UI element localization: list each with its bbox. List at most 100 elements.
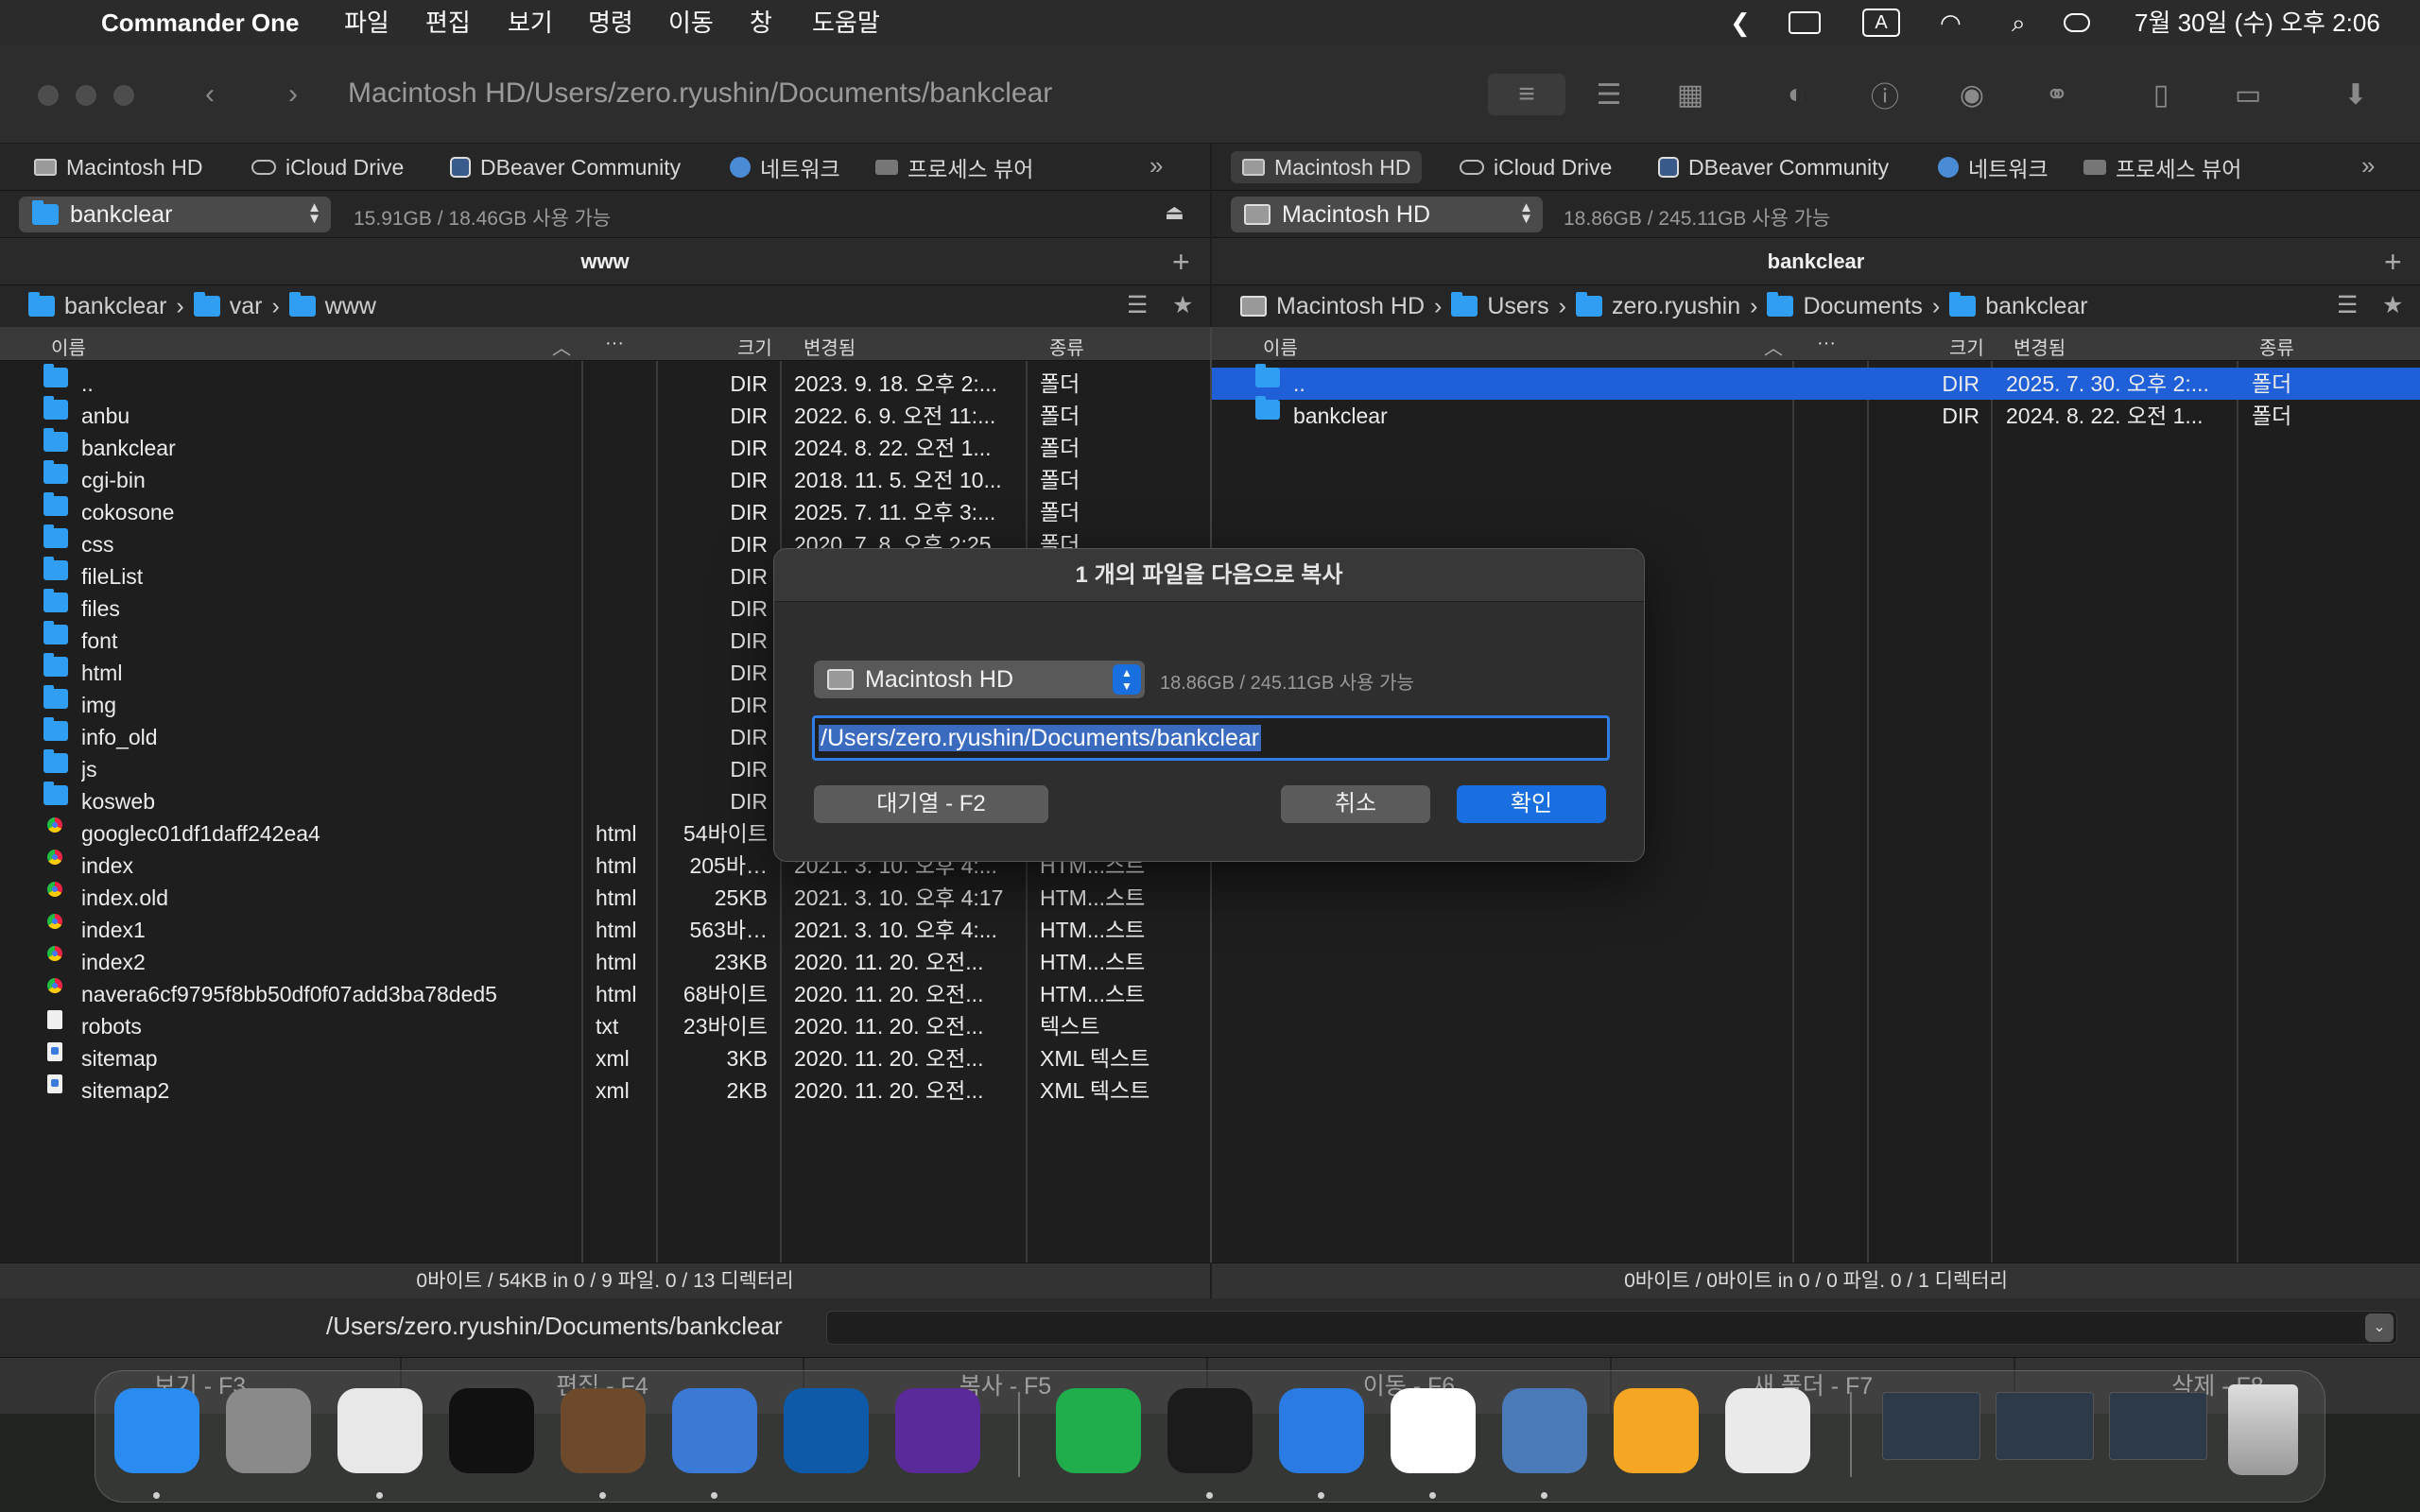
naver-whale-icon[interactable] [1391, 1388, 1476, 1473]
crumb-item[interactable]: Macintosh HD [1276, 293, 1425, 320]
col-name[interactable]: 이름 [51, 333, 86, 360]
command-input[interactable] [826, 1311, 2397, 1345]
file-row[interactable]: index.old html 25KB 2021. 3. 10. 오후 4:17 HTM… [0, 882, 1210, 914]
info-icon[interactable]: ⓘ [1855, 74, 1915, 115]
commander-one-icon[interactable] [672, 1388, 757, 1473]
minimized-window-thumbnail[interactable] [2109, 1392, 2207, 1460]
list-options-icon[interactable]: ☰ [2337, 291, 2358, 319]
chevron-down-icon[interactable]: ⌄ [2365, 1314, 2394, 1342]
preview-icon[interactable] [1502, 1388, 1587, 1473]
drive-dbeaver[interactable]: DBeaver Community [1647, 151, 1900, 183]
clock-text[interactable]: 7월 30일 (수) 오후 2:06 [2135, 7, 2380, 39]
col-modified[interactable]: 변경됨 [804, 333, 856, 360]
drive-dbeaver[interactable]: DBeaver Community [439, 151, 692, 183]
menu-view[interactable]: 보기 [508, 7, 553, 39]
forward-icon[interactable]: › [265, 74, 321, 115]
terminal-icon[interactable]: ▭ [2218, 74, 2278, 115]
menu-file[interactable]: 파일 [344, 7, 389, 39]
file-row[interactable]: sitemap xml 3KB 2020. 11. 20. 오전... XML 텍스트 [0, 1042, 1210, 1074]
list-options-icon[interactable]: ☰ [1127, 291, 1148, 319]
obsidian-icon[interactable] [895, 1388, 980, 1473]
crumb-item[interactable]: www [325, 293, 376, 320]
back-icon[interactable]: ‹ [182, 74, 238, 115]
drive-network[interactable]: 네트워크 [1927, 151, 2060, 183]
menu-edit[interactable]: 편집 [425, 7, 471, 39]
col-size[interactable]: 크기 [1949, 333, 1984, 360]
cancel-button[interactable]: 취소 [1281, 785, 1430, 823]
right-volume-select[interactable]: Macintosh HD ▲ ▼ [1231, 197, 1543, 232]
chevron-left-icon[interactable]: ❮ [1730, 7, 1751, 39]
more-drives-icon[interactable]: » [2361, 151, 2375, 180]
more-drives-icon[interactable]: » [1150, 151, 1163, 180]
drive-macintosh-hd[interactable]: Macintosh HD [23, 151, 214, 183]
wifi-icon[interactable]: ◠ [1940, 7, 1962, 39]
col-modified[interactable]: 변경됨 [2014, 333, 2066, 360]
grid-view-icon[interactable]: ▦ [1660, 74, 1720, 115]
numbers-icon[interactable] [1056, 1388, 1141, 1473]
menu-command[interactable]: 명령 [588, 7, 633, 39]
minimized-window-thumbnail[interactable] [1882, 1392, 1980, 1460]
intellij-icon[interactable] [449, 1388, 534, 1473]
drive-macintosh-hd[interactable]: Macintosh HD [1231, 151, 1423, 183]
app-menu[interactable]: Commander One [101, 7, 300, 39]
destination-input[interactable]: /Users/zero.ryushin/Documents/bankclear [812, 715, 1610, 761]
launchpad-icon[interactable] [226, 1388, 311, 1473]
col-size[interactable]: 크기 [737, 333, 772, 360]
confirm-button[interactable]: 확인 [1457, 785, 1606, 823]
col-name[interactable]: 이름 [1263, 333, 1298, 360]
col-ext[interactable]: ··· [605, 333, 624, 354]
dbeaver-icon[interactable] [561, 1388, 646, 1473]
drive-network[interactable]: 네트워크 [718, 151, 852, 183]
menu-go[interactable]: 이동 [668, 7, 714, 39]
file-row[interactable]: navera6cf9795f8bb50df0f07add3ba78ded5 htm… [0, 978, 1210, 1010]
file-row[interactable]: index1 html 563바… 2021. 3. 10. 오후 4:... HTM.… [0, 914, 1210, 946]
left-tab[interactable]: www + [0, 238, 1210, 285]
file-row[interactable]: index2 html 23KB 2020. 11. 20. 오전... HTM...스… [0, 946, 1210, 978]
list-view-icon[interactable]: ≡ [1488, 74, 1565, 115]
add-tab-icon[interactable]: + [2384, 238, 2402, 285]
crumb-item[interactable]: bankclear [1985, 293, 2087, 320]
crumb-item[interactable]: var [230, 293, 263, 320]
right-tab[interactable]: bankclear + [1212, 238, 2420, 285]
col-kind[interactable]: 종류 [2259, 333, 2294, 360]
add-tab-icon[interactable]: + [1172, 238, 1190, 285]
crumb-item[interactable]: Documents [1803, 293, 1922, 320]
archive-icon[interactable]: ▯ [2131, 74, 2191, 115]
file-row[interactable]: robots txt 23바이트 2020. 11. 20. 오전... 텍스트 [0, 1010, 1210, 1042]
keyboard-icon[interactable] [1789, 11, 1821, 34]
naver-works-icon[interactable] [1725, 1388, 1810, 1473]
terminal-icon[interactable] [1167, 1388, 1253, 1473]
sort-up-icon[interactable]: ︿ [1764, 333, 1783, 360]
eject-icon[interactable]: ⏏ [1165, 200, 1184, 225]
left-volume-select[interactable]: bankclear ▲ ▼ [19, 197, 331, 232]
search-icon[interactable]: ⌕ [2012, 7, 2026, 39]
file-row[interactable]: bankclear DIR 2024. 8. 22. 오전 1... 폴더 [1212, 396, 2420, 432]
preview-eye-icon[interactable]: ◉ [1942, 74, 2002, 115]
control-center-icon[interactable] [2064, 13, 2090, 32]
binoculars-icon[interactable]: ⚭ [2027, 74, 2087, 115]
download-icon[interactable]: ⬇ [2325, 74, 2386, 115]
drive-icloud[interactable]: iCloud Drive [240, 151, 415, 183]
drive-process-viewer[interactable]: 프로세스 뷰어 [864, 151, 1045, 183]
drive-process-viewer[interactable]: 프로세스 뷰어 [2072, 151, 2253, 183]
finder-icon[interactable] [114, 1388, 199, 1473]
favorite-star-icon[interactable]: ★ [2382, 291, 2403, 319]
sort-up-icon[interactable]: ︿ [552, 333, 571, 360]
vscode-icon[interactable] [784, 1388, 869, 1473]
favorite-star-icon[interactable]: ★ [1172, 291, 1193, 319]
menu-help[interactable]: 도움말 [812, 7, 880, 39]
minimize-window-button[interactable] [76, 85, 96, 106]
col-kind[interactable]: 종류 [1049, 333, 1084, 360]
chrome-icon[interactable] [337, 1388, 423, 1473]
file-row[interactable]: sitemap2 xml 2KB 2020. 11. 20. 오전... XML 텍스트 [0, 1074, 1210, 1107]
toggle-hidden-icon[interactable]: ◐ [1766, 74, 1826, 115]
file-row[interactable]: cgi-bin DIR 2018. 11. 5. 오전 10... 폴더 [0, 460, 1210, 496]
crumb-item[interactable]: zero.ryushin [1612, 293, 1740, 320]
close-window-button[interactable] [38, 85, 59, 106]
keynote-icon[interactable] [1279, 1388, 1364, 1473]
file-row[interactable]: .. DIR 2025. 7. 30. 오후 2:... 폴더 [1212, 364, 2420, 400]
crumb-item[interactable]: bankclear [64, 293, 166, 320]
file-row[interactable]: .. DIR 2023. 9. 18. 오후 2:... 폴더 [0, 364, 1210, 400]
trash-icon[interactable] [2228, 1384, 2298, 1475]
file-row[interactable]: cokosone DIR 2025. 7. 11. 오후 3:... 폴더 [0, 492, 1210, 528]
